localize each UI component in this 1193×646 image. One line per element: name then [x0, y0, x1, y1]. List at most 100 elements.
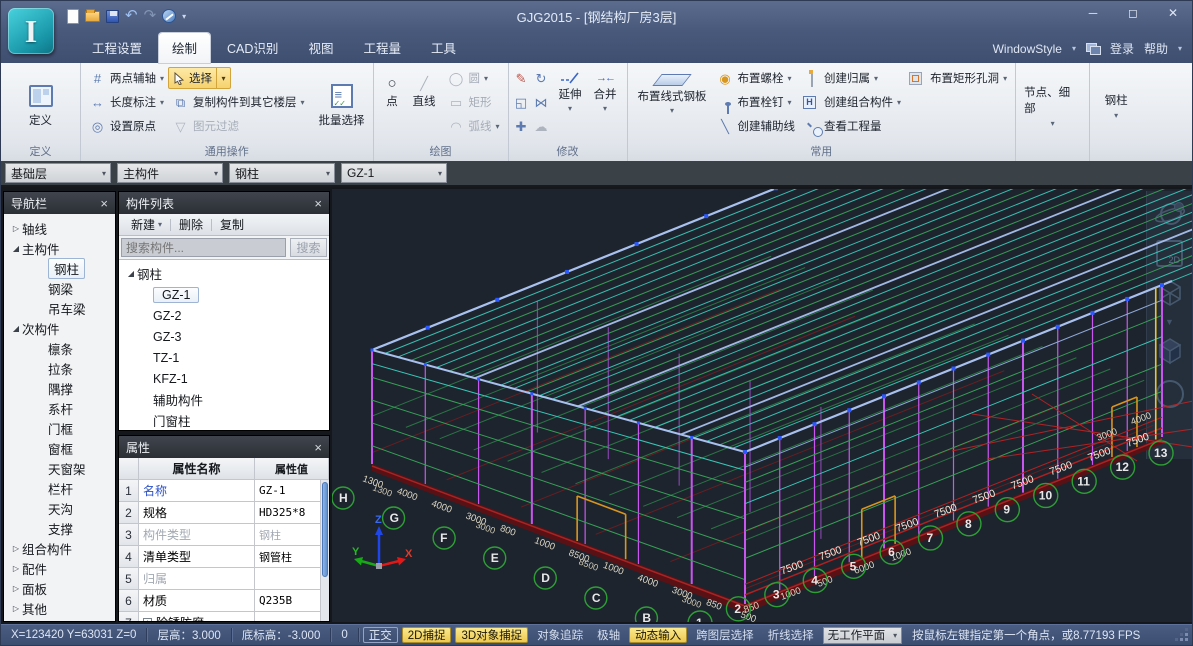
nav-item-0[interactable]: ▷轴线 [4, 218, 115, 238]
properties-panel-close-icon[interactable]: × [314, 440, 322, 455]
wireframe-view-tool-icon[interactable] [1153, 276, 1187, 310]
property-row-除锈防腐[interactable]: 7+除锈防腐 [119, 612, 329, 621]
property-row-材质[interactable]: 6材质Q235B [119, 590, 329, 612]
nav-panel-close-icon[interactable]: × [100, 196, 108, 211]
menu-tab-2[interactable]: CAD识别 [214, 33, 291, 63]
scale-icon[interactable]: ◱ [513, 95, 530, 110]
login-button[interactable]: 登录 [1110, 40, 1134, 57]
toggle-正交[interactable]: 正交 [363, 627, 398, 643]
stud-button[interactable]: 布置栓钉▾ [713, 91, 800, 113]
nav-item-19[interactable]: ▷其他 [4, 598, 115, 618]
line-plate-button[interactable]: 布置线式钢板▾ [632, 66, 713, 145]
nav-item-1[interactable]: ◢主构件 [4, 238, 115, 258]
work-plane-select[interactable]: 无工作平面▾ [823, 627, 903, 644]
toggle-3D对象捕捉[interactable]: 3D对象捕捉 [455, 627, 528, 643]
component-item-KFZ-1[interactable]: KFZ-1 [119, 368, 329, 389]
nav-item-4[interactable]: 吊车梁 [4, 298, 115, 318]
component-group[interactable]: ◢钢柱 [119, 263, 329, 284]
toggle-2D捕捉[interactable]: 2D捕捉 [402, 627, 452, 643]
aux-line-button[interactable]: ╲创建辅助线 [713, 115, 800, 137]
nav-item-13[interactable]: 栏杆 [4, 478, 115, 498]
component-search-input[interactable] [121, 238, 286, 257]
maximize-button[interactable]: ◻ [1120, 5, 1146, 22]
orbit-ring-tool-icon[interactable] [1153, 377, 1187, 411]
minimize-button[interactable]: ─ [1080, 5, 1106, 22]
menu-tab-4[interactable]: 工程量 [350, 33, 414, 63]
quantity-button[interactable]: 查看工程量 [799, 115, 905, 137]
layers-icon[interactable] [1086, 43, 1100, 54]
toggle-跨图层选择[interactable]: 跨图层选择 [691, 627, 759, 643]
undo-icon[interactable]: ↶ [125, 7, 138, 25]
rotate-icon[interactable]: ↻ [533, 71, 550, 86]
toggle-折线选择[interactable]: 折线选择 [763, 627, 819, 643]
nav-item-16[interactable]: ▷组合构件 [4, 538, 115, 558]
open-file-icon[interactable] [85, 7, 100, 25]
ownership-button[interactable]: 创建归属▾ [799, 67, 905, 89]
properties-scrollbar[interactable] [320, 480, 329, 621]
menu-tab-5[interactable]: 工具 [418, 33, 469, 63]
toggle-极轴[interactable]: 极轴 [592, 627, 625, 643]
toggle-动态输入[interactable]: 动态输入 [629, 627, 687, 643]
qat-overflow-icon[interactable]: ▾ [182, 7, 186, 25]
copy-component-button[interactable]: 复制 [214, 215, 250, 234]
nav-item-10[interactable]: 门框 [4, 418, 115, 438]
define-button[interactable]: 定义 [24, 66, 58, 145]
nav-item-11[interactable]: 窗框 [4, 438, 115, 458]
component-item-GZ-1[interactable]: GZ-1 [119, 284, 329, 305]
floor-select[interactable]: 基础层▾ [5, 163, 111, 183]
copy-to-floor-button[interactable]: ⧉复制构件到其它楼层▾ [168, 91, 309, 113]
nav-item-2[interactable]: 钢柱 [4, 258, 115, 278]
window-style-menu[interactable]: WindowStyle [993, 42, 1062, 56]
shaded-view-tool-icon[interactable] [1153, 334, 1187, 368]
category-select[interactable]: 主构件▾ [117, 163, 223, 183]
close-button[interactable]: ✕ [1160, 5, 1186, 22]
mirror-icon[interactable]: ⋈ [533, 95, 550, 110]
component-select[interactable]: GZ-1▾ [341, 163, 447, 183]
save-icon[interactable] [106, 7, 119, 25]
nav-item-5[interactable]: ◢次构件 [4, 318, 115, 338]
two-point-aux-button[interactable]: #两点辅轴▾ [85, 67, 168, 89]
viewport-3d[interactable]: 2D ▼ 40003000130013004000400030003000800… [332, 189, 1192, 622]
nav-item-8[interactable]: 隅撑 [4, 378, 115, 398]
resize-grip[interactable] [1176, 629, 1188, 641]
composite-button[interactable]: H创建组合构件▾ [799, 91, 905, 113]
extend-button[interactable]: 延伸▾ [553, 66, 588, 145]
component-item-门窗柱[interactable]: 门窗柱 [119, 410, 329, 430]
component-item-GZ-3[interactable]: GZ-3 [119, 326, 329, 347]
menu-tab-3[interactable]: 视图 [295, 33, 346, 63]
nav-item-9[interactable]: 系杆 [4, 398, 115, 418]
merge-button[interactable]: →← 合并▾ [588, 66, 623, 145]
toggle-对象追踪[interactable]: 对象追踪 [532, 627, 588, 643]
property-row-构件类型[interactable]: 3构件类型钢柱 [119, 524, 329, 546]
component-item-辅助构件[interactable]: 辅助构件 [119, 389, 329, 410]
view-2d-tool-icon[interactable]: 2D [1153, 240, 1187, 267]
redo-icon[interactable]: ↷ [144, 7, 157, 25]
move-icon[interactable]: ✚ [513, 119, 530, 134]
new-component-button[interactable]: 新建▾ [125, 215, 168, 234]
nav-item-14[interactable]: 天沟 [4, 498, 115, 518]
property-row-清单类型[interactable]: 4清单类型钢管柱 [119, 546, 329, 568]
batch-select-button[interactable]: 批量选择 [315, 66, 369, 145]
node-detail-button[interactable]: 节点、细部▾ [1020, 82, 1085, 130]
orbit-tool-icon[interactable] [1153, 199, 1187, 231]
component-search-button[interactable]: 搜索 [290, 238, 327, 257]
new-file-icon[interactable] [67, 7, 79, 25]
select-dropdown-icon[interactable]: ▾ [216, 68, 230, 88]
property-row-规格[interactable]: 2规格HD325*8 [119, 502, 329, 524]
nav-item-6[interactable]: 檩条 [4, 338, 115, 358]
set-origin-button[interactable]: ◎设置原点 [85, 115, 168, 137]
length-dimension-button[interactable]: ↔长度标注▾ [85, 91, 168, 113]
nav-item-15[interactable]: 支撑 [4, 518, 115, 538]
nav-item-17[interactable]: ▷配件 [4, 558, 115, 578]
property-row-归属[interactable]: 5归属 [119, 568, 329, 590]
component-panel-close-icon[interactable]: × [314, 196, 322, 211]
help-menu[interactable]: 帮助 [1144, 40, 1168, 57]
view-mode-caret-icon[interactable]: ▼ [1165, 319, 1174, 325]
app-logo[interactable]: I [8, 8, 54, 54]
menu-tab-0[interactable]: 工程设置 [79, 33, 155, 63]
component-item-GZ-2[interactable]: GZ-2 [119, 305, 329, 326]
property-row-名称[interactable]: 1名称GZ-1 [119, 480, 329, 502]
erase-icon[interactable]: ✎ [513, 71, 530, 86]
component-item-TZ-1[interactable]: TZ-1 [119, 347, 329, 368]
select-button[interactable]: 选择 ▾ [168, 67, 231, 89]
